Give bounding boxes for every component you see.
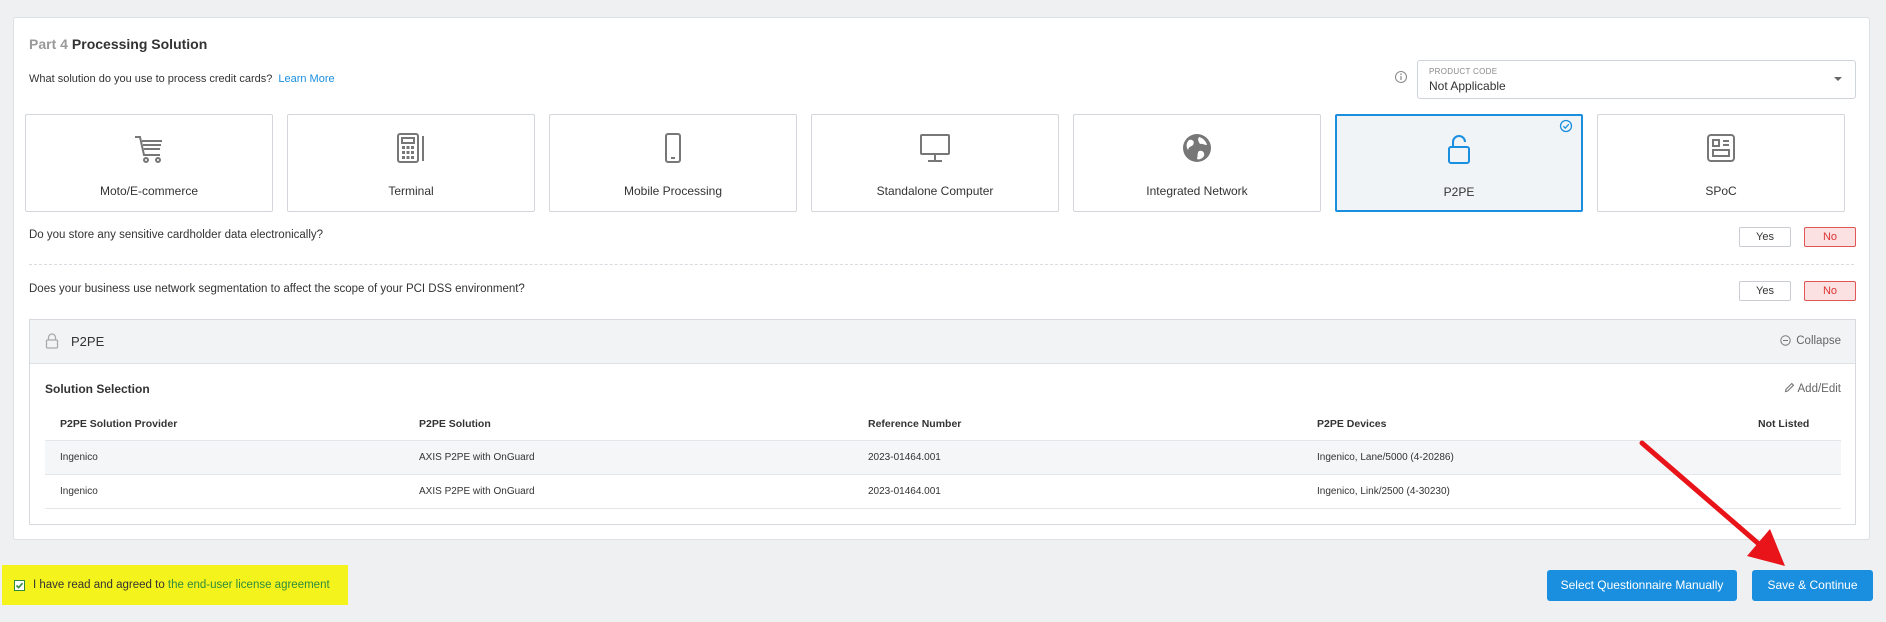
globe-icon bbox=[1183, 134, 1211, 162]
question-network-segmentation: Does your business use network segmentat… bbox=[29, 283, 525, 295]
p2pe-panel-title: P2PE bbox=[71, 334, 105, 349]
column-header: P2PE Devices bbox=[1317, 418, 1387, 430]
cell-devices: Ingenico, Lane/5000 (4-20286) bbox=[1317, 452, 1454, 463]
info-icon[interactable] bbox=[1394, 70, 1408, 84]
tile-label: Moto/E-commerce bbox=[99, 184, 199, 198]
pencil-icon bbox=[1784, 382, 1794, 393]
p2pe-panel-header: P2PE Collapse bbox=[30, 320, 1855, 364]
collapse-circle-icon bbox=[1780, 335, 1791, 346]
solution-question: What solution do you use to process cred… bbox=[29, 73, 335, 85]
tile-label: Integrated Network bbox=[1146, 184, 1248, 198]
solution-selection-heading: Solution Selection bbox=[45, 382, 150, 396]
p2pe-panel: P2PE Collapse Solution Selection Add/Edi… bbox=[29, 319, 1856, 525]
cell-solution: AXIS P2PE with OnGuard bbox=[419, 452, 535, 463]
lock-icon bbox=[45, 333, 59, 349]
table-row: Ingenico AXIS P2PE with OnGuard 2023-014… bbox=[45, 474, 1841, 509]
cell-solution: AXIS P2PE with OnGuard bbox=[419, 486, 535, 497]
question-store-cardholder-data: Do you store any sensitive cardholder da… bbox=[29, 229, 324, 241]
product-code-label: PRODUCT CODE bbox=[1429, 67, 1498, 76]
section-title: Part 4 Processing Solution bbox=[29, 36, 207, 52]
product-code-select[interactable]: PRODUCT CODE Not Applicable bbox=[1417, 60, 1856, 99]
cell-reference: 2023-01464.001 bbox=[868, 452, 941, 463]
segmentation-yes-button[interactable]: Yes bbox=[1739, 281, 1791, 301]
product-code-value: Not Applicable bbox=[1429, 79, 1506, 93]
section-title-text: Processing Solution bbox=[71, 36, 208, 52]
processing-solution-card: Part 4 Processing Solution What solution … bbox=[13, 17, 1870, 540]
cell-provider: Ingenico bbox=[60, 486, 98, 497]
agreement-text: I have read and agreed to the end-user l… bbox=[33, 579, 330, 591]
cell-devices: Ingenico, Link/2500 (4-30230) bbox=[1317, 486, 1450, 497]
spoc-device-icon bbox=[1707, 134, 1735, 162]
solution-tile-mobile-processing[interactable]: Mobile Processing bbox=[549, 114, 797, 212]
tile-label: P2PE bbox=[1443, 185, 1475, 199]
solution-tile-moto-ecommerce[interactable]: Moto/E-commerce bbox=[25, 114, 273, 212]
check-circle-icon bbox=[1559, 119, 1573, 133]
chevron-down-icon bbox=[1834, 77, 1842, 81]
column-header: Not Listed bbox=[1758, 418, 1810, 430]
column-header: P2PE Solution Provider bbox=[60, 418, 178, 430]
table-row: Ingenico AXIS P2PE with OnGuard 2023-014… bbox=[45, 440, 1841, 474]
add-edit-label: Add/Edit bbox=[1797, 383, 1841, 395]
tile-label: Standalone Computer bbox=[876, 184, 994, 198]
solution-tile-standalone-computer[interactable]: Standalone Computer bbox=[811, 114, 1059, 212]
cell-reference: 2023-01464.001 bbox=[868, 486, 941, 497]
collapse-button[interactable]: Collapse bbox=[1780, 335, 1841, 347]
tile-label: Terminal bbox=[388, 184, 434, 198]
monitor-icon bbox=[920, 134, 950, 162]
column-header: Reference Number bbox=[868, 418, 962, 430]
checkmark-icon bbox=[15, 582, 24, 589]
agreement-checkbox[interactable] bbox=[14, 580, 25, 591]
tile-label: SPoC bbox=[1705, 184, 1737, 198]
agreement-prefix: I have read and agreed to bbox=[33, 579, 165, 591]
terminal-icon bbox=[397, 133, 424, 163]
eula-link[interactable]: the end-user license agreement bbox=[168, 579, 330, 591]
solution-tile-p2pe[interactable]: P2PE bbox=[1335, 114, 1583, 212]
save-continue-button[interactable]: Save & Continue bbox=[1752, 570, 1873, 601]
tile-label: Mobile Processing bbox=[623, 184, 723, 198]
solution-table: P2PE Solution Provider P2PE Solution Ref… bbox=[45, 407, 1841, 509]
select-questionnaire-manually-button[interactable]: Select Questionnaire Manually bbox=[1547, 570, 1737, 601]
unlock-icon bbox=[1448, 135, 1470, 164]
section-part: Part 4 bbox=[29, 36, 68, 52]
agreement-highlight: I have read and agreed to the end-user l… bbox=[2, 565, 348, 605]
column-header: P2PE Solution bbox=[419, 418, 491, 430]
solution-question-text: What solution do you use to process cred… bbox=[29, 73, 273, 85]
solution-tile-spoc[interactable]: SPoC bbox=[1597, 114, 1845, 212]
section-divider bbox=[29, 264, 1854, 265]
collapse-label: Collapse bbox=[1796, 335, 1841, 347]
mobile-icon bbox=[665, 133, 681, 163]
cart-icon bbox=[135, 136, 162, 163]
solution-tile-terminal[interactable]: Terminal bbox=[287, 114, 535, 212]
table-header: P2PE Solution Provider P2PE Solution Ref… bbox=[45, 407, 1841, 440]
segmentation-no-button[interactable]: No bbox=[1804, 281, 1856, 301]
solution-tile-integrated-network[interactable]: Integrated Network bbox=[1073, 114, 1321, 212]
store-data-no-button[interactable]: No bbox=[1804, 227, 1856, 247]
add-edit-button[interactable]: Add/Edit bbox=[1784, 382, 1841, 395]
learn-more-link[interactable]: Learn More bbox=[278, 73, 334, 85]
cell-provider: Ingenico bbox=[60, 452, 98, 463]
store-data-yes-button[interactable]: Yes bbox=[1739, 227, 1791, 247]
